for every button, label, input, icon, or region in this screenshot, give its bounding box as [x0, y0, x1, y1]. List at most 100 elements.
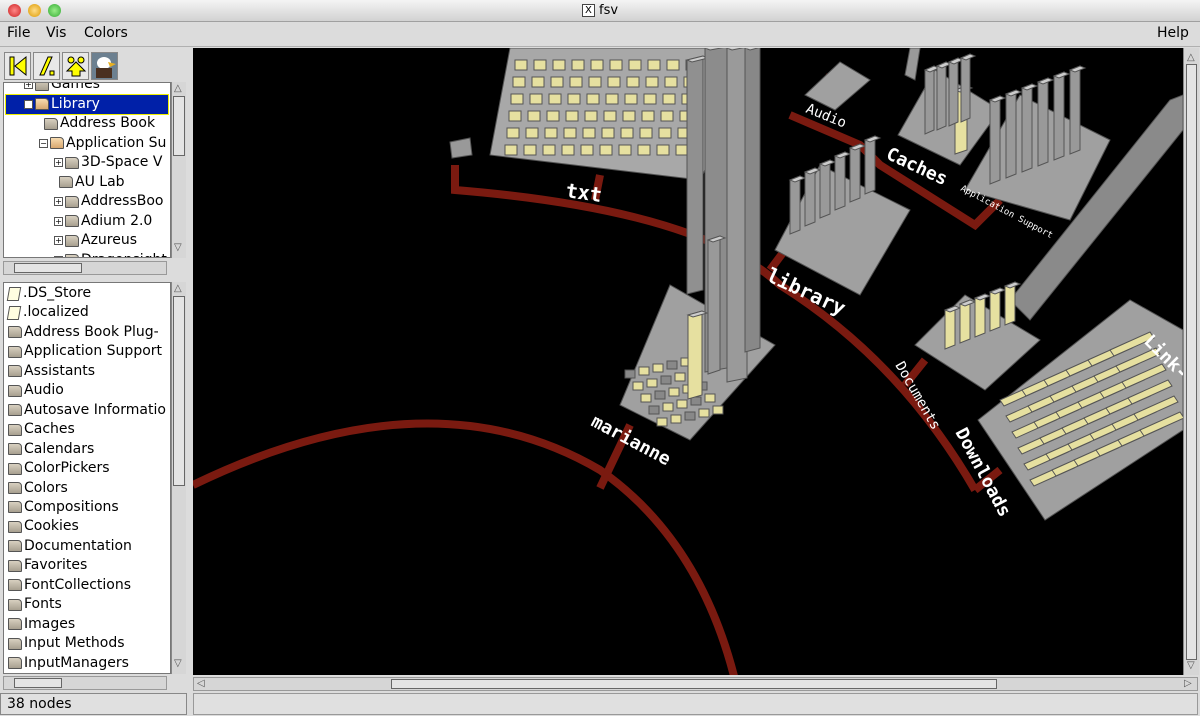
folder-icon	[65, 215, 79, 227]
tree-item[interactable]: − Library	[5, 93, 169, 115]
close-button[interactable]	[8, 4, 21, 17]
list-horizontal-scrollbar[interactable]	[3, 676, 167, 690]
list-item[interactable]: Favorites	[8, 556, 87, 575]
list-item[interactable]: Assistants	[8, 362, 95, 381]
expand-icon[interactable]: +	[54, 197, 63, 206]
tree-item-label: 3D-Space V	[81, 154, 163, 170]
tree-item[interactable]: + Games	[24, 83, 100, 94]
list-item[interactable]: Input Methods	[8, 634, 125, 653]
file-block	[676, 399, 688, 409]
tree-item[interactable]: − Application Su	[39, 134, 166, 153]
file-block	[684, 411, 696, 421]
expand-icon[interactable]: +	[24, 83, 33, 89]
tree-item-label: Address Book	[60, 115, 156, 131]
birdseye-view-button[interactable]	[91, 52, 118, 80]
file-block	[525, 127, 539, 139]
file-block	[527, 110, 541, 122]
list-item[interactable]: Cookies	[8, 517, 79, 536]
file-block	[656, 417, 668, 427]
list-item[interactable]: Colors	[8, 479, 68, 498]
x11-icon: X	[581, 4, 595, 17]
list-item-label: ColorPickers	[24, 460, 110, 477]
list-item-label: InputManagers	[24, 654, 129, 671]
file-block	[607, 76, 621, 88]
tree-item[interactable]: +3D-Space V	[54, 153, 162, 172]
file-block	[674, 372, 686, 382]
file-tower	[687, 310, 703, 400]
collapse-icon[interactable]: −	[24, 99, 33, 109]
list-item[interactable]: Autosave Informatio	[8, 401, 166, 420]
view-horizontal-scrollbar[interactable]: ◁ ▷	[193, 677, 1198, 691]
folder-icon	[35, 83, 49, 91]
list-item[interactable]: Address Book Plug-	[8, 323, 159, 342]
menu-colors[interactable]: Colors	[84, 25, 128, 41]
file-block	[646, 378, 658, 388]
view-vertical-scrollbar[interactable]: △ ▽	[1183, 48, 1199, 675]
file-block	[632, 381, 644, 391]
collapse-icon[interactable]: −	[39, 138, 48, 148]
file-block	[504, 144, 518, 156]
dir-tower	[1037, 77, 1049, 167]
list-item-label: Audio	[24, 382, 64, 399]
list-item[interactable]: Caches	[8, 420, 75, 439]
list-item[interactable]: Fonts	[8, 595, 62, 614]
filesystem-3d-view[interactable]: txt library marianne Audio Caches Applic…	[191, 43, 1193, 681]
file-block	[605, 93, 619, 105]
dir-tower	[707, 235, 721, 375]
list-vertical-scrollbar[interactable]: △ ▽	[171, 282, 186, 674]
dir-tower-top	[833, 151, 852, 159]
file-block	[523, 144, 537, 156]
expand-icon[interactable]: +	[54, 255, 63, 257]
list-item[interactable]: Application Support	[8, 342, 162, 361]
list-item-label: Calendars	[24, 440, 95, 457]
expand-icon[interactable]: +	[54, 216, 63, 226]
up-button[interactable]	[62, 52, 89, 80]
list-item[interactable]: .localized	[6, 303, 89, 322]
folder-icon	[8, 384, 22, 397]
file-block	[508, 110, 522, 122]
list-item[interactable]: Audio	[8, 381, 64, 400]
menu-help[interactable]: Help	[1157, 25, 1189, 41]
file-block	[639, 127, 653, 139]
menu-file[interactable]: File	[7, 25, 30, 41]
folder-icon	[8, 540, 22, 553]
file-block	[586, 93, 600, 105]
tree-item[interactable]: AU Lab	[59, 173, 125, 192]
list-item-label: Images	[24, 615, 76, 632]
expand-icon[interactable]: +	[54, 236, 63, 245]
minimize-button[interactable]	[28, 4, 41, 17]
folder-icon	[8, 501, 22, 514]
list-item[interactable]: InputManagers	[8, 654, 129, 673]
back-to-root-button[interactable]	[4, 52, 31, 80]
tree-item[interactable]: + AddressBoo	[54, 192, 164, 211]
file-block	[599, 144, 613, 156]
file-block	[666, 59, 680, 71]
list-item-label: Address Book Plug-	[24, 323, 159, 340]
list-item[interactable]: Images	[8, 615, 75, 634]
zoom-button[interactable]	[48, 4, 61, 17]
expand-icon[interactable]: +	[54, 158, 63, 167]
tree-item[interactable]: + Azureus	[54, 231, 137, 250]
list-item[interactable]: ColorPickers	[8, 459, 110, 478]
tree-horizontal-scrollbar[interactable]	[3, 261, 167, 275]
tree-item[interactable]: Address Book	[44, 114, 155, 133]
menu-vis[interactable]: Vis	[46, 25, 66, 41]
list-item[interactable]: FontCollections	[8, 576, 131, 595]
folder-icon	[8, 520, 22, 533]
cd-button[interactable]	[33, 52, 60, 80]
tree-item[interactable]: + Adium 2.0	[54, 212, 152, 231]
dir-tower	[960, 53, 971, 123]
tree-vertical-scrollbar[interactable]: △ ▽	[171, 82, 186, 258]
file-block	[618, 144, 632, 156]
list-item[interactable]: Documentation	[8, 537, 132, 556]
list-item[interactable]: Calendars	[8, 440, 94, 459]
back-to-root-icon	[9, 55, 26, 77]
list-item[interactable]: .DS_Store	[6, 284, 92, 303]
file-block	[510, 93, 524, 105]
list-item[interactable]: Compositions	[8, 498, 119, 517]
up-icon	[65, 56, 86, 77]
list-item-label: .DS_Store	[23, 285, 92, 301]
list-item-label: Cookies	[24, 518, 79, 535]
status-node-count: 38 nodes	[0, 693, 187, 715]
tree-item[interactable]: + Dragonsight	[54, 251, 167, 257]
